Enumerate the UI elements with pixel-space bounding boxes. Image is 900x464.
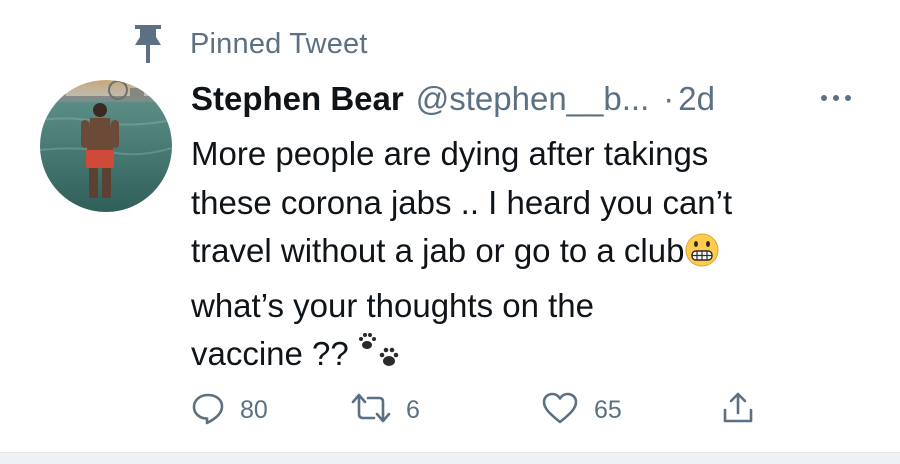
pinned-tweet[interactable]: Pinned Tweet Stephen Bear @stephen__b...… bbox=[0, 0, 900, 464]
grimacing-face-emoji bbox=[684, 232, 720, 282]
tweet-header: Stephen Bear @stephen__b... · 2d bbox=[191, 74, 715, 124]
tweet-line: travel without a jab or go to a club bbox=[191, 232, 685, 269]
like-count: 65 bbox=[594, 395, 622, 424]
pin-icon bbox=[128, 22, 168, 66]
heart-icon[interactable] bbox=[540, 390, 580, 431]
tweet-line: vaccine ?? bbox=[191, 335, 349, 372]
tweet-line: what’s your thoughts on the bbox=[191, 286, 594, 324]
tweet-text: More people are dying after takings thes… bbox=[191, 130, 871, 385]
share-button[interactable] bbox=[720, 390, 756, 430]
pinned-label: Pinned Tweet bbox=[190, 27, 368, 60]
reply-count: 80 bbox=[240, 395, 268, 424]
retweet-button[interactable]: 6 bbox=[350, 390, 420, 430]
display-name[interactable]: Stephen Bear bbox=[191, 80, 404, 118]
separator-dot: · bbox=[663, 80, 675, 117]
paw-prints-emoji bbox=[358, 331, 404, 385]
more-options-icon[interactable] bbox=[818, 88, 858, 108]
share-icon[interactable] bbox=[720, 390, 756, 431]
like-button[interactable]: 65 bbox=[540, 390, 622, 430]
retweet-count: 6 bbox=[406, 395, 420, 424]
retweet-icon[interactable] bbox=[350, 390, 392, 431]
timestamp[interactable]: 2d bbox=[678, 80, 715, 118]
tweet-line: More people are dying after takings bbox=[191, 135, 709, 172]
divider bbox=[0, 452, 900, 464]
reply-icon[interactable] bbox=[190, 390, 226, 431]
pinned-indicator: Pinned Tweet bbox=[128, 22, 368, 66]
reply-button[interactable]: 80 bbox=[190, 390, 268, 430]
tweet-actions: 80 6 65 bbox=[190, 390, 890, 430]
avatar[interactable] bbox=[40, 80, 172, 212]
user-handle[interactable]: @stephen__b... bbox=[416, 80, 650, 118]
tweet-line: these corona jabs .. I heard you can’t bbox=[191, 183, 733, 221]
